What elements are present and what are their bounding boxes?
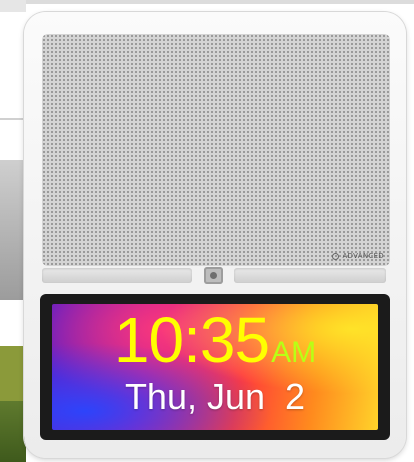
sensor-lens-icon <box>210 272 217 279</box>
background-page-top <box>0 0 414 4</box>
light-bar-right <box>234 268 386 283</box>
clock-time-row: 10:35AM <box>52 308 378 372</box>
background-image-grass <box>0 401 26 462</box>
power-logo-icon <box>332 252 340 260</box>
speaker-grille: ADVANCED <box>42 34 390 266</box>
sensor-window <box>204 267 223 284</box>
clock-date: Thu, Jun 2 <box>124 376 306 417</box>
background-page-strip <box>0 0 26 12</box>
background-image-green <box>0 346 26 401</box>
clock-display: 10:35AM Thu, Jun 2 <box>52 304 378 430</box>
clock-time: 10:35 <box>113 304 270 376</box>
background-image-gray <box>0 160 26 300</box>
clock-ampm: AM <box>271 336 317 369</box>
display-bezel: 10:35AM Thu, Jun 2 <box>40 294 390 440</box>
background-divider <box>0 118 26 120</box>
brand-logo-text: ADVANCED <box>342 252 384 260</box>
brand-logo: ADVANCED <box>332 252 384 260</box>
speaker-clock-device: ADVANCED 10:35AM Thu, Jun 2 <box>24 12 406 458</box>
light-bar-left <box>42 268 192 283</box>
